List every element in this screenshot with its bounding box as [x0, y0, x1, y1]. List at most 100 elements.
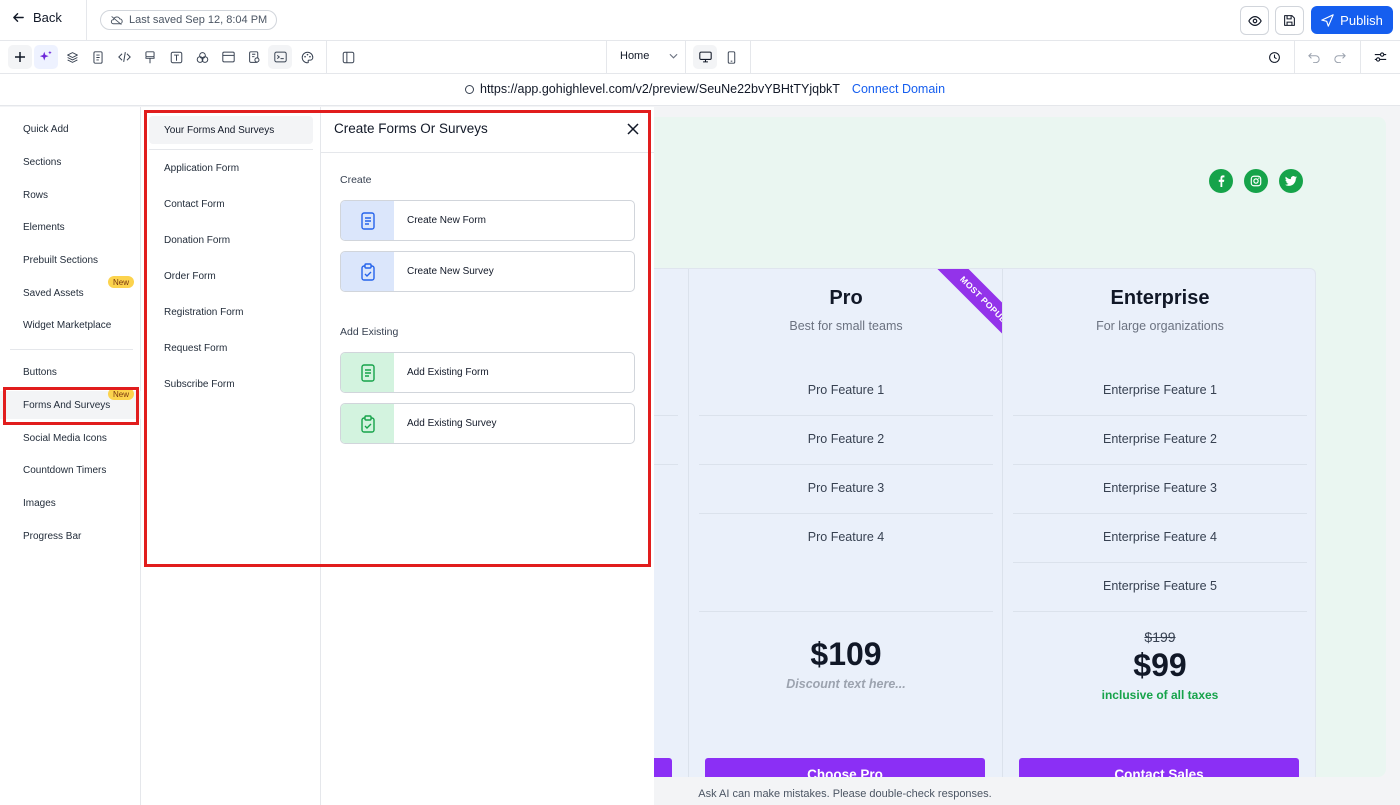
- sidebar-item-quick-add[interactable]: Quick Add: [0, 115, 141, 143]
- desktop-view-button[interactable]: [693, 45, 717, 69]
- mobile-view-button[interactable]: [719, 45, 743, 69]
- sidebar-item-progress-bar[interactable]: Progress Bar: [0, 522, 141, 550]
- form-icon: [341, 201, 394, 240]
- most-popular-ribbon: MOST POPULAR: [908, 269, 1003, 364]
- sidebar-item-label: Buttons: [23, 366, 57, 378]
- save-button[interactable]: [1275, 6, 1304, 35]
- status-dot-icon: [465, 84, 474, 94]
- form-template-item[interactable]: Registration Form: [164, 307, 243, 318]
- terminal-icon: [273, 51, 287, 63]
- form-template-item[interactable]: Order Form: [164, 271, 216, 282]
- divider: [654, 415, 678, 416]
- sidebar-item-widget-marketplace[interactable]: Widget Marketplace: [0, 311, 141, 339]
- settings-button[interactable]: [1368, 45, 1392, 69]
- plan-price: $109: [810, 636, 882, 672]
- plan-feature: Enterprise Feature 4: [1103, 530, 1217, 544]
- create-new-form-button[interactable]: Create New Form: [340, 200, 635, 241]
- forms-tool[interactable]: [242, 45, 266, 69]
- editor-toolbar: Home: [0, 41, 1400, 74]
- divider: [1013, 562, 1307, 563]
- code-tool[interactable]: [112, 45, 136, 69]
- code-icon: [117, 52, 131, 62]
- layers-tool[interactable]: [60, 45, 84, 69]
- form-template-item[interactable]: Request Form: [164, 343, 227, 354]
- pricing-section: Pro Best for small teams MOST POPULAR Pr…: [654, 268, 1316, 777]
- sidebar-item-social-media-icons[interactable]: Social Media Icons: [0, 424, 141, 452]
- sidebar-item-countdown-timers[interactable]: Countdown Timers: [0, 456, 141, 484]
- pages-tool[interactable]: [86, 45, 110, 69]
- survey-clipboard-icon: [341, 252, 394, 291]
- add-existing-survey-button[interactable]: Add Existing Survey: [340, 403, 635, 444]
- plan-feature: Enterprise Feature 3: [1103, 481, 1217, 495]
- theme-tool[interactable]: [295, 45, 319, 69]
- preview-url[interactable]: https://app.gohighlevel.com/v2/preview/S…: [480, 82, 840, 96]
- form-template-item[interactable]: Contact Form: [164, 199, 225, 210]
- twitter-icon[interactable]: [1279, 169, 1303, 193]
- contact-sales-button[interactable]: Contact Sales: [1019, 758, 1299, 777]
- circles-icon: [196, 51, 208, 63]
- text-tool[interactable]: [164, 45, 188, 69]
- paint-brush-icon: [145, 50, 155, 63]
- undo-button[interactable]: [1302, 45, 1326, 69]
- window-icon: [221, 51, 235, 63]
- sidebar-item-buttons[interactable]: Buttons: [0, 358, 141, 386]
- divider: [1013, 415, 1307, 416]
- popup-tool[interactable]: [216, 45, 240, 69]
- connect-domain-link[interactable]: Connect Domain: [852, 82, 945, 96]
- sidebar-item-rows[interactable]: Rows: [0, 181, 141, 209]
- divider: [699, 464, 993, 465]
- plan-feature: Enterprise Feature 1: [1103, 383, 1217, 397]
- terminal-tool[interactable]: [268, 45, 292, 69]
- sidebar-item-label: Countdown Timers: [23, 464, 107, 476]
- divider: [685, 41, 686, 74]
- sidebar-item-label: Progress Bar: [23, 530, 82, 542]
- history-button[interactable]: [1262, 45, 1286, 69]
- redo-button[interactable]: [1328, 45, 1352, 69]
- sidebar-item-elements[interactable]: Elements: [0, 213, 141, 241]
- publish-button[interactable]: Publish: [1311, 6, 1393, 34]
- forms-list-panel: Your Forms And Surveys Application Form …: [141, 107, 321, 805]
- new-badge: New: [108, 276, 134, 288]
- integrations-tool[interactable]: [190, 45, 214, 69]
- layers-icon: [66, 51, 78, 63]
- page-select[interactable]: Home: [620, 50, 678, 62]
- styles-tool[interactable]: [138, 45, 162, 69]
- sparkles-icon: [39, 50, 52, 61]
- plan-feature: Enterprise Feature 5: [1103, 579, 1217, 593]
- new-badge: New: [108, 388, 134, 400]
- add-element-tool[interactable]: [8, 45, 32, 69]
- chevron-down-icon: [669, 53, 678, 59]
- add-existing-form-button[interactable]: Add Existing Form: [340, 352, 635, 393]
- instagram-icon[interactable]: [1244, 169, 1268, 193]
- sidebar-item-prebuilt-sections[interactable]: Prebuilt Sections: [0, 246, 141, 274]
- partial-plan-button[interactable]: [654, 758, 672, 777]
- preview-url-bar: https://app.gohighlevel.com/v2/preview/S…: [0, 74, 1400, 106]
- close-button[interactable]: [625, 121, 641, 137]
- top-bar: Back Last saved Sep 12, 8:04 PM Publish: [0, 0, 1400, 41]
- split-view-tool[interactable]: [336, 45, 360, 69]
- sidebar-item-label: Sections: [23, 156, 62, 168]
- palette-icon: [301, 51, 313, 63]
- preview-button[interactable]: [1240, 6, 1269, 35]
- text-icon: [170, 51, 182, 63]
- create-new-survey-button[interactable]: Create New Survey: [340, 251, 635, 292]
- form-template-item[interactable]: Donation Form: [164, 235, 230, 246]
- divider: [750, 41, 751, 74]
- sidebar-item-label: Saved Assets: [23, 287, 84, 299]
- send-icon: [1321, 13, 1334, 27]
- your-forms-tab[interactable]: Your Forms And Surveys: [149, 116, 313, 144]
- form-template-item[interactable]: Application Form: [164, 163, 239, 174]
- form-template-item[interactable]: Subscribe Form: [164, 379, 235, 390]
- form-icon: [341, 353, 394, 392]
- sidebar-item-sections[interactable]: Sections: [0, 148, 141, 176]
- last-saved-text: Last saved Sep 12, 8:04 PM: [129, 14, 268, 26]
- page-preview: Pro Best for small teams MOST POPULAR Pr…: [654, 117, 1386, 777]
- clock-icon: [1268, 51, 1280, 63]
- redo-icon: [1334, 52, 1346, 63]
- sidebar-item-images[interactable]: Images: [0, 489, 141, 517]
- mobile-icon: [727, 50, 735, 64]
- choose-pro-button[interactable]: Choose Pro: [705, 758, 985, 777]
- ai-tool[interactable]: [34, 45, 58, 69]
- facebook-icon[interactable]: [1209, 169, 1233, 193]
- back-button[interactable]: Back: [12, 10, 62, 25]
